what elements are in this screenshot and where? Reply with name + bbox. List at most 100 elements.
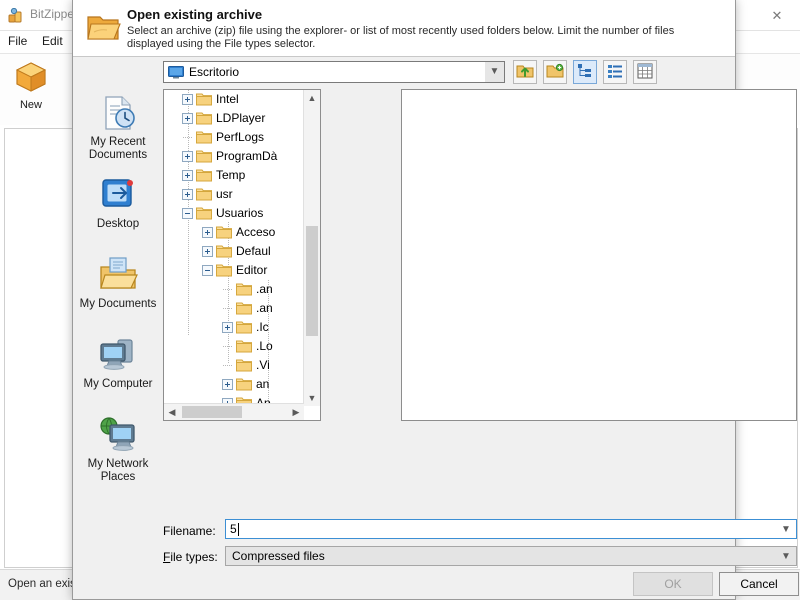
expand-icon[interactable] (202, 246, 213, 257)
place-label: My Recent Documents (88, 136, 148, 161)
tree-item-label: usr (216, 187, 233, 201)
tree-view-icon (577, 63, 593, 82)
tree-item-label: PerfLogs (216, 130, 265, 144)
desktop-icon (96, 175, 140, 215)
tree-item-label: LDPlayer (216, 111, 266, 125)
tree-vertical-scrollbar[interactable]: ▲ ▼ (303, 90, 320, 406)
file-types-dropdown-button[interactable]: ▼ (778, 549, 794, 564)
open-folder-icon (87, 12, 121, 42)
desktop-small-icon (168, 66, 184, 79)
toolbar-new-label: New (19, 99, 42, 111)
folder-icon (236, 339, 252, 353)
drive-row: Drive: Escritorio ▼ (73, 57, 735, 91)
folder-icon (196, 168, 212, 182)
my-documents-icon (96, 255, 140, 295)
tree-connector (223, 346, 233, 347)
expand-icon[interactable] (222, 322, 233, 333)
place-label: My Network Places (87, 458, 149, 483)
expand-icon[interactable] (202, 227, 213, 238)
menu-file[interactable]: File (8, 34, 27, 48)
place-desktop[interactable]: Desktop (75, 175, 161, 231)
file-types-value: Compressed files (232, 549, 325, 563)
tree-horizontal-scrollbar[interactable]: ◀ ▶ (164, 403, 304, 420)
dialog-description: Select an archive (zip) file using the e… (127, 25, 675, 50)
tree-connector (183, 137, 193, 138)
details-view-button[interactable] (633, 60, 657, 84)
expand-icon[interactable] (182, 94, 193, 105)
cancel-button[interactable]: Cancel (719, 572, 799, 596)
folder-icon (216, 225, 232, 239)
up-one-level-button[interactable] (513, 60, 537, 84)
drive-combobox[interactable]: Escritorio (163, 61, 493, 83)
open-archive-dialog: Open existing archive Select an archive … (72, 0, 799, 600)
recent-documents-icon (96, 93, 140, 133)
menu-edit[interactable]: Edit (42, 34, 63, 48)
chevron-up-icon[interactable]: ▲ (304, 90, 320, 106)
tree-connector (223, 289, 233, 290)
tree-item-label: Acceso (236, 225, 276, 239)
folder-icon (236, 320, 252, 334)
details-view-icon (637, 63, 653, 82)
drive-value: Escritorio (189, 65, 240, 79)
filename-label: Filename: (163, 524, 216, 538)
folder-tree[interactable]: Intel LDPlayer PerfLogs ProgramDà Temp usr Usu… (164, 90, 304, 406)
places-sidebar: My Recent Documents Desktop My Documents… (75, 57, 161, 527)
chevron-down-icon: ▼ (781, 523, 791, 535)
list-view-icon (607, 63, 623, 82)
expand-icon[interactable] (182, 113, 193, 124)
folder-icon (196, 149, 212, 163)
chevron-down-icon[interactable]: ▼ (304, 390, 320, 406)
expand-icon[interactable] (182, 151, 193, 162)
toolbar-new-button[interactable]: New (2, 60, 60, 111)
folder-tree-panel[interactable]: Intel LDPlayer PerfLogs ProgramDà Temp usr Usu… (163, 89, 321, 421)
folder-up-arrow-icon (516, 63, 534, 82)
place-my-documents[interactable]: My Documents (75, 255, 161, 311)
my-computer-icon (96, 335, 140, 375)
ok-button[interactable]: OK (633, 572, 713, 596)
chevron-right-icon[interactable]: ▶ (288, 404, 304, 420)
folder-icon (196, 187, 212, 201)
tree-item-label: Usuarios (216, 206, 264, 220)
place-my-computer[interactable]: My Computer (75, 335, 161, 391)
main-window-title: BitZipper (30, 7, 79, 21)
folder-icon (196, 130, 212, 144)
text-caret (237, 523, 239, 536)
tree-connector (223, 365, 233, 366)
tree-item-label: Intel (216, 92, 239, 106)
scrollbar-thumb[interactable] (182, 406, 242, 418)
file-types-label: File types: (163, 550, 218, 564)
place-my-network-places[interactable]: My Network Places (75, 415, 161, 484)
drive-dropdown-button[interactable]: ▼ (485, 61, 505, 83)
tree-item-label: .Vi (256, 358, 270, 372)
folder-icon (236, 301, 252, 315)
status-text: Open an exist (8, 578, 79, 590)
place-label: My Computer (83, 378, 153, 390)
filename-dropdown-button[interactable]: ▼ (778, 522, 794, 537)
collapse-icon[interactable] (202, 265, 213, 276)
folder-icon (216, 263, 232, 277)
chevron-left-icon[interactable]: ◀ (164, 404, 180, 420)
dialog-header: Open existing archive Select an archive … (73, 0, 735, 57)
file-list-panel[interactable] (401, 89, 797, 421)
folder-new-icon (546, 63, 564, 82)
expand-icon[interactable] (222, 379, 233, 390)
create-new-folder-button[interactable] (543, 60, 567, 84)
filename-value: 5 (230, 522, 237, 536)
expand-icon[interactable] (182, 170, 193, 181)
folder-icon (216, 244, 232, 258)
bitzipper-logo-icon (8, 7, 24, 23)
tree-view-button[interactable] (573, 60, 597, 84)
file-types-select[interactable]: Compressed files ▼ (225, 546, 797, 566)
close-button[interactable]: ✕ (754, 0, 800, 30)
folder-icon (236, 282, 252, 296)
list-view-button[interactable] (603, 60, 627, 84)
dialog-title: Open existing archive (127, 7, 263, 22)
expand-icon[interactable] (182, 189, 193, 200)
collapse-icon[interactable] (182, 208, 193, 219)
scrollbar-thumb[interactable] (306, 226, 318, 336)
tree-item-label: an (256, 377, 270, 391)
new-archive-icon (14, 62, 48, 97)
filename-input[interactable]: 5 ▼ (225, 519, 797, 539)
folder-icon (196, 92, 212, 106)
place-my-recent-documents[interactable]: My Recent Documents (75, 93, 161, 162)
